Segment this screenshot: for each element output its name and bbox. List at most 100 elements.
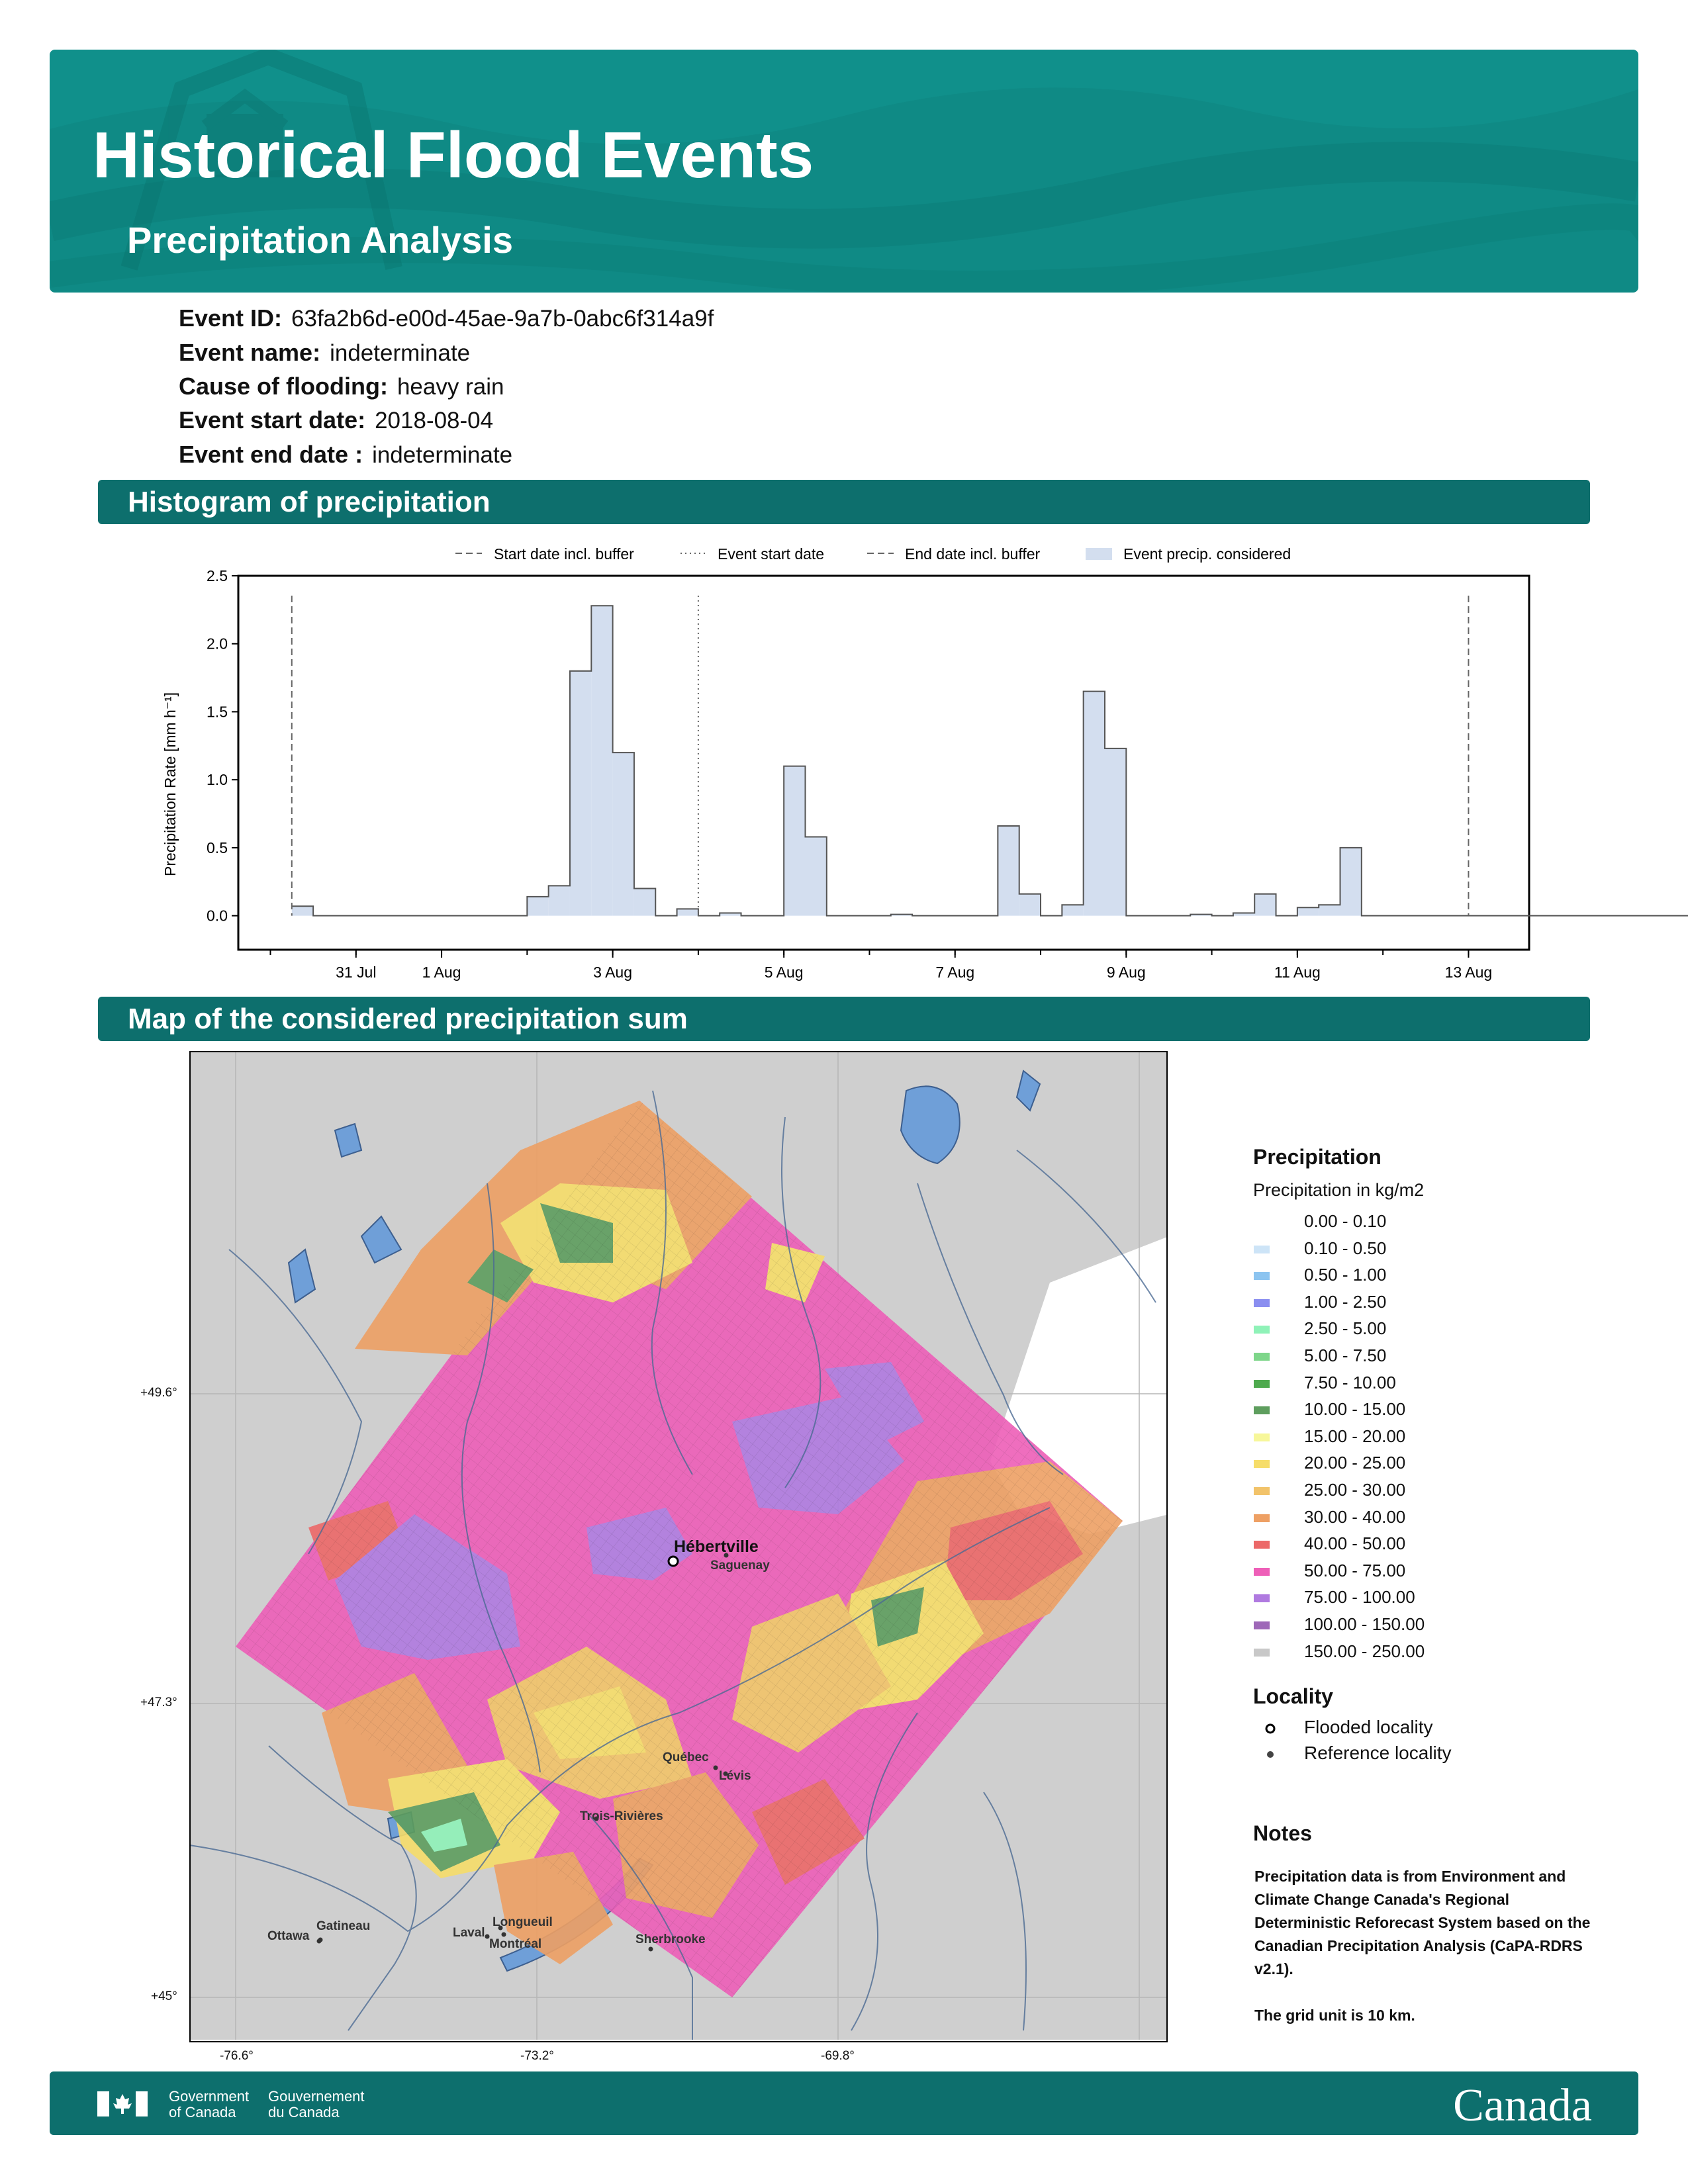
flooded-locality-icon <box>1265 1723 1276 1734</box>
locality-montreal: Montréal <box>489 1937 541 1951</box>
histogram-bar <box>1297 907 1319 916</box>
gov-fr-line2: du Canada <box>268 2104 340 2120</box>
precip-class-label: 40.00 - 50.00 <box>1304 1533 1406 1554</box>
date-marker-lines <box>291 596 1470 916</box>
plot-frame <box>237 574 1530 951</box>
precipitation-map: Hébertville Saguenay Québec Lévis Trois-… <box>189 1051 1168 2042</box>
precip-class-swatch <box>1254 1567 1270 1576</box>
y-axis-label: Precipitation Rate [mm h⁻¹] <box>162 692 179 876</box>
precip-class-swatch <box>1254 1245 1270 1253</box>
lat-label-3: +45° <box>151 1989 177 2003</box>
precip-class-label: 50.00 - 75.00 <box>1304 1560 1406 1580</box>
lon-label-1: -76.6° <box>220 2049 254 2063</box>
y-tick-label: 2.5 <box>207 567 228 584</box>
histogram-bar <box>633 888 656 916</box>
histogram-bar <box>784 766 806 916</box>
histogram-bar <box>591 606 613 916</box>
histogram-bar <box>1254 893 1276 916</box>
reference-locality-marker <box>724 1553 729 1558</box>
event-name-value: indeterminate <box>330 340 471 366</box>
precip-class-swatch <box>1254 1594 1270 1603</box>
page-subtitle: Precipitation Analysis <box>127 219 513 261</box>
precip-legend-subtitle: Precipitation in kg/m2 <box>1253 1180 1425 1200</box>
lat-label-1: +49.6° <box>140 1386 177 1400</box>
histogram-bar <box>1019 893 1041 916</box>
precip-class-swatch <box>1254 1218 1270 1226</box>
gov-en-line1: Government <box>169 2088 250 2105</box>
locality-sherbrooke: Sherbrooke <box>635 1933 706 1946</box>
locality-saguenay: Saguenay <box>710 1559 770 1572</box>
notes-body: Precipitation data is from Environment a… <box>1254 1865 1599 2027</box>
end-date-label: Event end date : <box>179 441 363 468</box>
notes-title: Notes <box>1253 1821 1312 1845</box>
histogram-bar <box>998 826 1019 916</box>
legend-event-start-label: Event start date <box>718 545 824 563</box>
flooded-locality-marker <box>667 1555 679 1567</box>
histogram-bar <box>291 906 314 916</box>
histogram-outline <box>291 605 1688 917</box>
start-date-row: Event start date: 2018-08-04 <box>179 406 493 434</box>
end-date-value: indeterminate <box>372 442 513 468</box>
precip-class-swatch <box>1254 1353 1270 1361</box>
event-id-row: Event ID: 63fa2b6d-e00d-45ae-9a7b-0abc6f3… <box>179 304 714 332</box>
locality-longueuil: Longueuil <box>492 1915 553 1929</box>
end-date-row: Event end date : indeterminate <box>179 441 512 469</box>
gov-fr-line1: Gouvernement <box>268 2088 365 2105</box>
histogram-bar <box>1083 691 1105 916</box>
y-tick-label: 1.0 <box>207 771 228 788</box>
precip-class-swatch <box>1254 1433 1270 1441</box>
notes-source-text: Precipitation data is from Environment a… <box>1254 1868 1591 1978</box>
flooded-locality-label: Flooded locality <box>1304 1717 1433 1737</box>
precip-class-swatch <box>1254 1406 1270 1415</box>
precip-class-label: 150.00 - 250.00 <box>1304 1641 1425 1661</box>
precip-class-swatch <box>1254 1272 1270 1281</box>
locality-gatineau: Gatineau <box>316 1919 370 1933</box>
precip-class-label: 0.10 - 0.50 <box>1304 1238 1387 1258</box>
y-tick-label: 1.5 <box>207 703 228 720</box>
y-axis: 0.0 0.5 1.0 1.5 2.0 2.5 <box>207 567 238 925</box>
locality-legend-markers <box>1265 1723 1276 1758</box>
start-date-label: Event start date: <box>179 406 366 433</box>
reference-locality-label: Reference locality <box>1304 1743 1452 1763</box>
page-title: Historical Flood Events <box>93 118 814 191</box>
map-section-title: Map of the considered precipitation sum <box>98 997 1590 1041</box>
precip-class-label: 7.50 - 10.00 <box>1304 1372 1396 1392</box>
precip-class-label: 2.50 - 5.00 <box>1304 1318 1387 1339</box>
x-tick-label: 7 Aug <box>935 964 974 981</box>
event-name-label: Event name: <box>179 339 321 366</box>
y-tick-label: 0.0 <box>207 907 228 925</box>
histogram-bar <box>1062 905 1084 916</box>
notes-grid-text: The grid unit is 10 km. <box>1254 2007 1415 2024</box>
histogram-bar <box>1104 748 1127 916</box>
locality-legend-title: Locality <box>1253 1684 1333 1708</box>
x-tick-label: 1 Aug <box>422 964 461 981</box>
x-tick-label: 31 Jul <box>336 964 376 981</box>
precip-class-label: 100.00 - 150.00 <box>1304 1614 1425 1634</box>
y-tick-label: 2.0 <box>207 635 228 653</box>
precip-class-label: 0.00 - 0.10 <box>1304 1211 1387 1231</box>
histogram-section-title: Histogram of precipitation <box>98 480 1590 524</box>
chart-legend: Start date incl. buffer Event start date… <box>455 545 1291 563</box>
precip-class-label: 30.00 - 40.00 <box>1304 1506 1406 1527</box>
legend-precip-swatch <box>1086 548 1112 560</box>
histogram-bar <box>569 670 592 916</box>
x-tick-label: 5 Aug <box>765 964 804 981</box>
histogram-bar <box>1340 847 1362 916</box>
precip-class-swatch <box>1254 1541 1270 1549</box>
x-tick-label: 9 Aug <box>1107 964 1146 981</box>
precip-class-label: 20.00 - 25.00 <box>1304 1453 1406 1473</box>
x-tick-label: 3 Aug <box>593 964 632 981</box>
cause-value: heavy rain <box>397 374 504 400</box>
precip-class-swatch <box>1254 1379 1270 1388</box>
histogram-bar <box>805 837 827 916</box>
precip-class-label: 5.00 - 7.50 <box>1304 1345 1387 1365</box>
precip-class-swatch <box>1254 1648 1270 1657</box>
event-id-value: 63fa2b6d-e00d-45ae-9a7b-0abc6f314a9f <box>291 306 714 332</box>
event-id-label: Event ID: <box>179 304 283 332</box>
lon-label-2: -73.2° <box>520 2049 554 2063</box>
histogram-bar <box>677 909 698 916</box>
legend-precip-label: Event precip. considered <box>1123 545 1291 563</box>
locality-laval: Laval <box>453 1926 485 1940</box>
locality-ottawa: Ottawa <box>267 1929 310 1943</box>
x-axis: 31 Jul 1 Aug 3 Aug 5 Aug 7 Aug 9 Aug 11 Aug 13 … <box>269 950 1492 981</box>
